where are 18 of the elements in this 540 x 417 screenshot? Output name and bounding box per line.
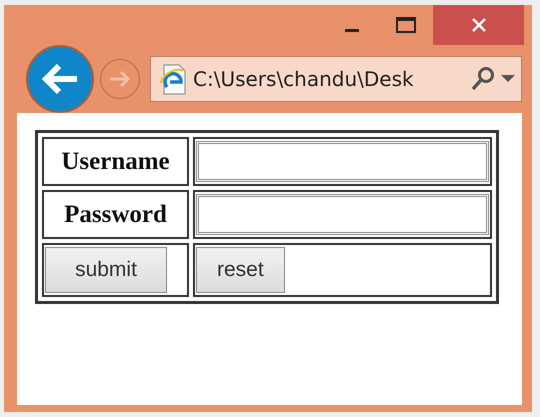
address-text: C:\Users\chandu\Desk [193,67,415,91]
field-label: Password [64,200,167,228]
close-button[interactable] [433,5,524,45]
forward-button[interactable] [100,59,140,99]
reset-button[interactable]: reset [196,247,285,293]
dropdown-caret-icon[interactable] [501,75,515,83]
submit-button[interactable]: submit [45,247,167,293]
address-bar[interactable]: C:\Users\chandu\Desk [150,56,522,102]
search-icon[interactable] [471,66,495,92]
forward-arrow-icon [109,70,131,88]
minimize-icon [345,28,359,32]
password-field[interactable] [196,194,489,235]
close-icon [470,17,486,33]
back-arrow-icon [41,63,79,95]
username-field[interactable] [196,141,489,182]
maximize-icon [396,17,416,33]
field-label: Username [61,148,170,174]
page-icon [157,63,187,95]
